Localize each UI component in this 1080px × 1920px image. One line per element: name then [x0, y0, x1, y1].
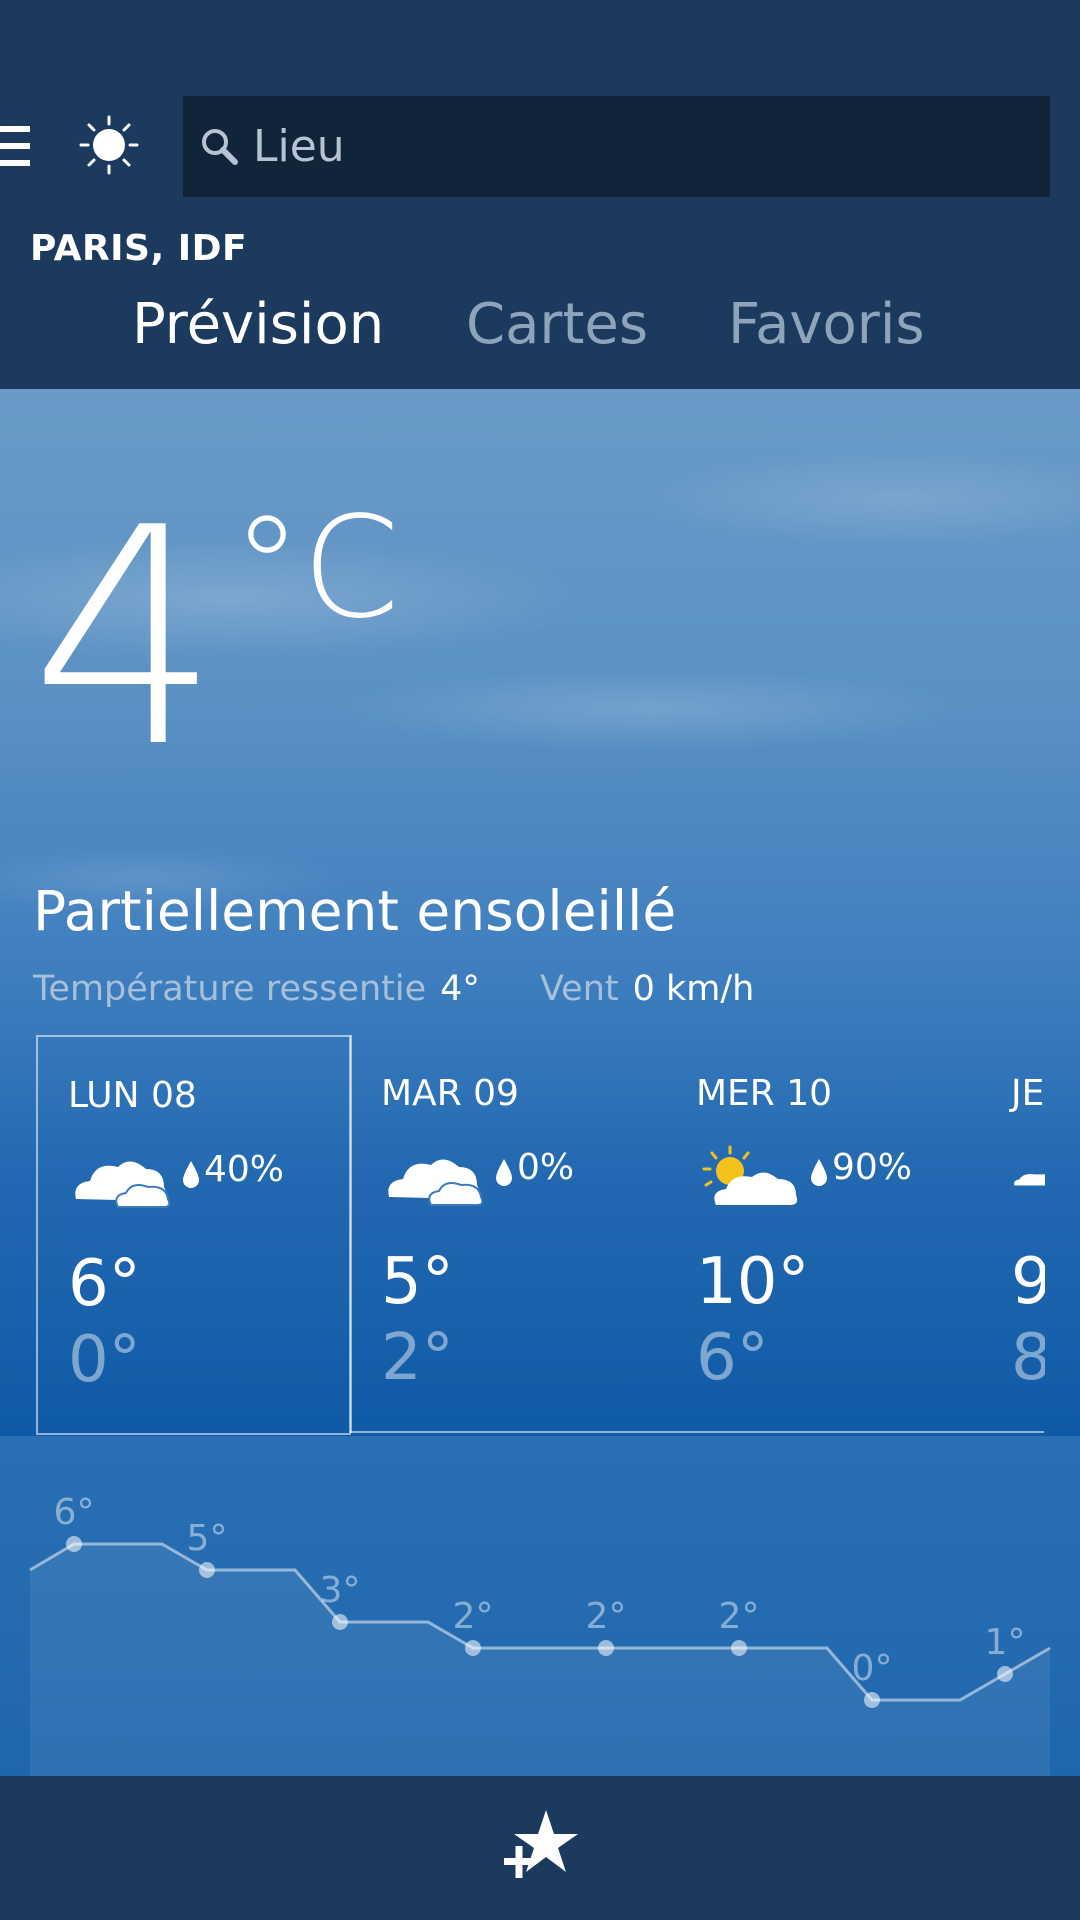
rain-chance: 90% [832, 1147, 913, 1188]
day-name: MAR 09 [381, 1073, 519, 1114]
temperature-point-label: 0° [852, 1648, 893, 1689]
raindrop-icon [183, 1161, 199, 1188]
low-temp: 8 [1011, 1321, 1045, 1395]
temperature-point-label: 2° [719, 1596, 760, 1637]
tab-prevision[interactable]: Prévision [132, 292, 384, 357]
cloudy-icon [1014, 1173, 1045, 1186]
tab-bar: Prévision Cartes Favoris [0, 292, 1080, 387]
temperature-point [864, 1692, 880, 1708]
temperature-point [598, 1640, 614, 1656]
temperature-unit: °C [232, 487, 400, 650]
wind-value: 0 km/h [632, 969, 755, 1009]
low-temp: 0° [68, 1323, 141, 1397]
hourly-temperature-graph: 6° 5° 3° 2° 2° 2° 0° 1° [0, 1436, 1080, 1776]
partly-sunny-icon [702, 1145, 798, 1205]
app-header: PARIS, IDF Prévision Cartes Favoris [0, 72, 1080, 389]
high-temp: 6° [68, 1247, 141, 1321]
current-conditions-panel: 4 °C Partiellement ensoleillé Températur… [0, 389, 1080, 1436]
temperature-point-label: 1° [985, 1622, 1026, 1663]
raindrop-icon [496, 1159, 512, 1186]
condition-text: Partiellement ensoleillé [33, 879, 677, 943]
sun-icon[interactable] [78, 114, 140, 176]
low-temp: 6° [696, 1321, 769, 1395]
day-name: MER 10 [696, 1073, 833, 1114]
temperature-area [30, 1544, 1050, 1776]
search-icon [202, 128, 238, 165]
temperature-point [332, 1614, 348, 1630]
day-name: JE [1011, 1073, 1045, 1114]
location-search-input[interactable] [251, 120, 1035, 173]
menu-icon[interactable] [0, 122, 32, 170]
day-card[interactable]: MAR 09 0% 5° 2° [351, 1035, 666, 1435]
app-bar [0, 1776, 1080, 1920]
tab-cartes[interactable]: Cartes [466, 292, 648, 357]
day-card[interactable]: MER 10 90% 10° 6° [666, 1035, 981, 1435]
temperature-point-label: 6° [54, 1492, 95, 1533]
temperature-point [66, 1536, 82, 1552]
rain-chance: 0% [517, 1147, 575, 1188]
location-label: PARIS, IDF [30, 228, 248, 269]
weather-details: Température ressentie 4° Vent 0 km/h [33, 969, 754, 1009]
current-temperature: 4 [30, 464, 221, 813]
temperature-point [465, 1640, 481, 1656]
feels-like-label: Température ressentie [33, 969, 427, 1009]
daily-forecast: LUN 08 40% 6° 0° MAR 09 0% 5° 2° MER 10 [0, 1035, 1080, 1435]
high-temp: 5° [381, 1245, 454, 1319]
temperature-point-label: 3° [320, 1570, 361, 1611]
day-card[interactable]: JE 9 8 [981, 1035, 1045, 1435]
add-favorite-icon[interactable] [500, 1806, 580, 1886]
temperature-point-label: 2° [586, 1596, 627, 1637]
temperature-point [199, 1562, 215, 1578]
search-box[interactable] [183, 96, 1050, 197]
day-card[interactable]: LUN 08 40% 6° 0° [36, 1035, 351, 1435]
temperature-point-label: 2° [453, 1596, 494, 1637]
day-name: LUN 08 [68, 1075, 197, 1116]
wind-label: Vent [539, 969, 619, 1009]
feels-like-value: 4° [440, 969, 480, 1009]
high-temp: 9 [1011, 1245, 1045, 1319]
cloudy-icon [388, 1159, 484, 1206]
tab-favoris[interactable]: Favoris [728, 292, 925, 357]
low-temp: 2° [381, 1321, 454, 1395]
raindrop-icon [811, 1159, 827, 1186]
temperature-point [997, 1666, 1013, 1682]
high-temp: 10° [696, 1245, 810, 1319]
hourly-chart: 6° 5° 3° 2° 2° 2° 0° 1° [29, 1492, 1051, 1776]
temperature-point [731, 1640, 747, 1656]
status-bar [0, 0, 1080, 72]
temperature-point-label: 5° [187, 1518, 228, 1559]
cloudy-icon [75, 1161, 171, 1208]
rain-chance: 40% [204, 1149, 285, 1190]
